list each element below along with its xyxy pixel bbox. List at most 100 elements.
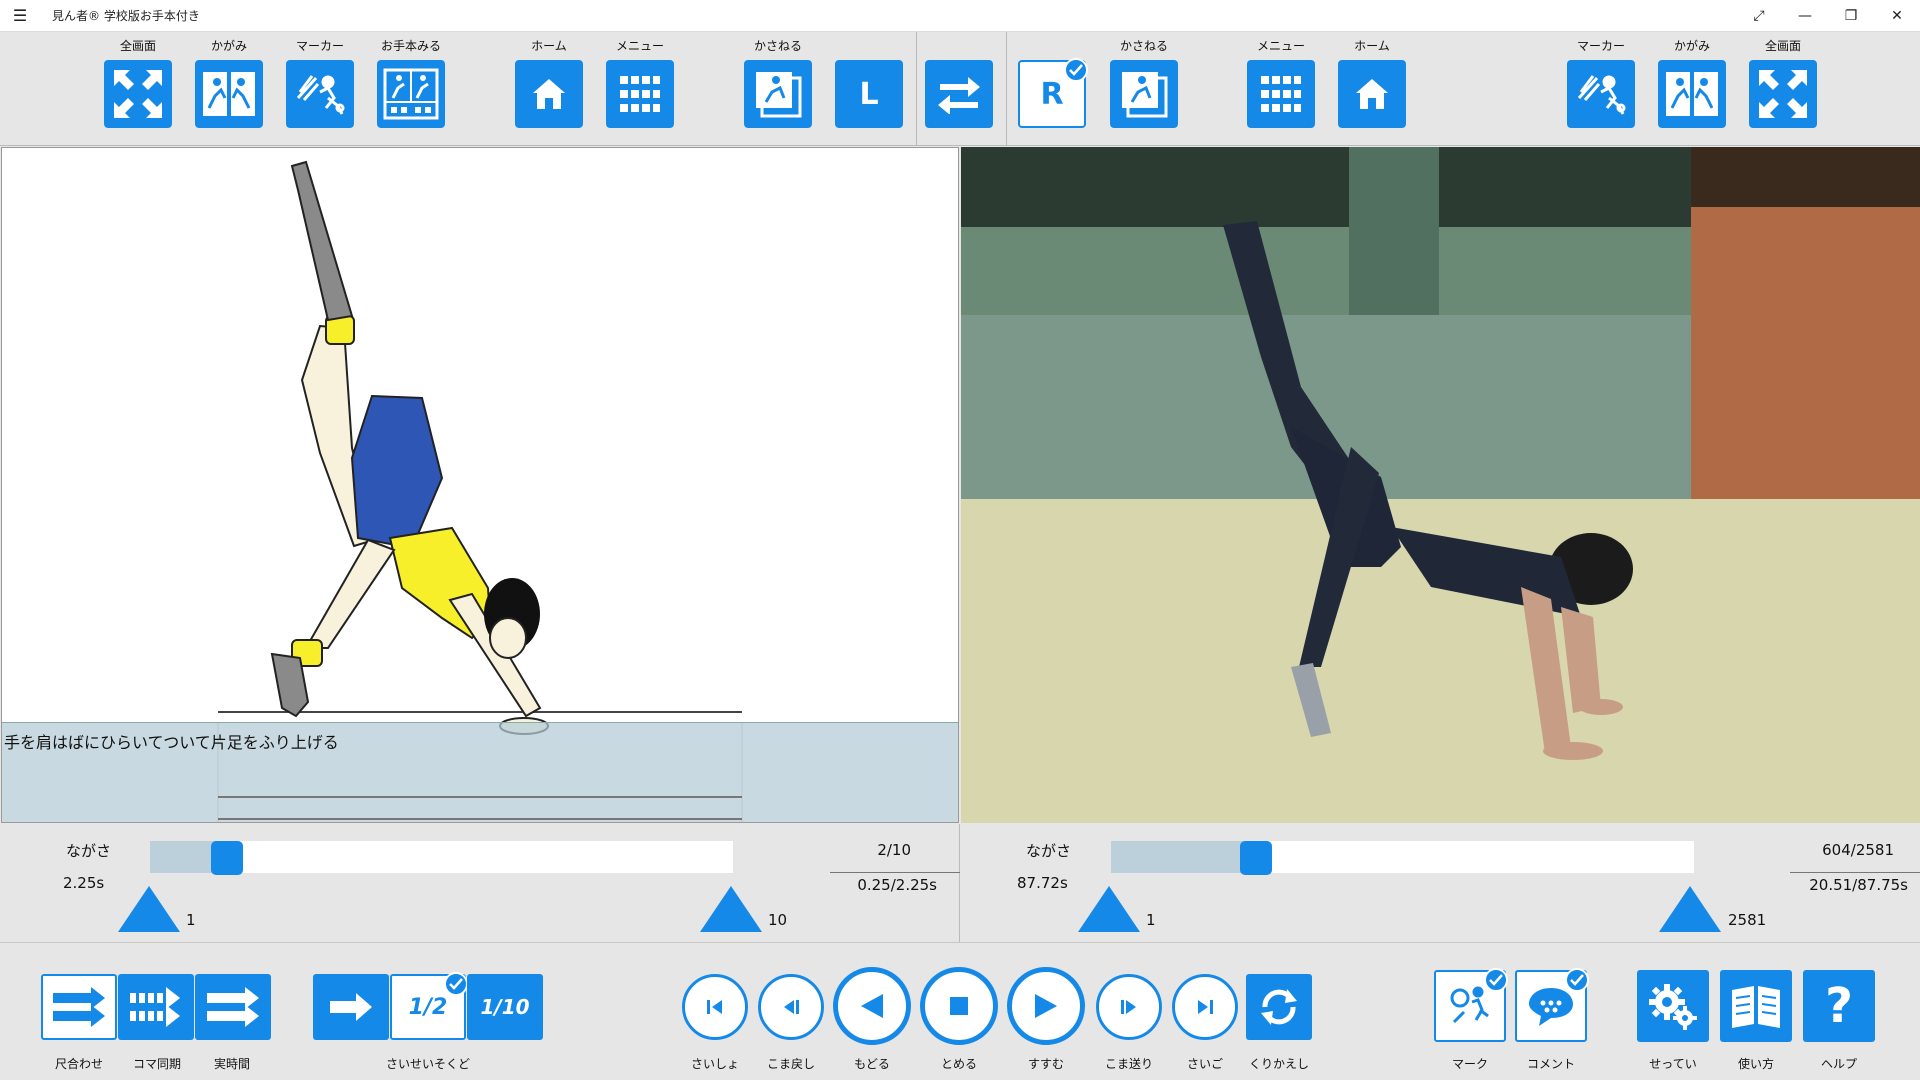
- caption-box: 手を肩はばにひらいてついて片足をふり上げる: [2, 722, 958, 822]
- fullscreen-icon[interactable]: [104, 60, 172, 128]
- gear-icon: [1649, 984, 1697, 1030]
- half-speed-label: 1/2: [408, 994, 448, 1020]
- right-overlay-button[interactable]: かさねる: [1107, 38, 1181, 128]
- right-mirror-button[interactable]: かがみ: [1655, 38, 1729, 128]
- frame-sync-button[interactable]: [118, 974, 194, 1040]
- left-seek-slider[interactable]: [150, 841, 733, 875]
- speed-half-button[interactable]: 1/2: [390, 972, 468, 1040]
- model-view-icon[interactable]: [377, 60, 445, 128]
- real-time-button[interactable]: [195, 974, 271, 1040]
- right-fullscreen-button[interactable]: 全画面: [1746, 38, 1820, 128]
- step-forward-label: こま送り: [1104, 1057, 1153, 1071]
- overlay-icon[interactable]: [744, 60, 812, 128]
- r-side-button[interactable]: R: [1018, 58, 1088, 128]
- settings-button[interactable]: [1637, 970, 1709, 1042]
- left-marker-button[interactable]: マーカー: [283, 38, 357, 128]
- left-start-marker-handle[interactable]: [118, 886, 180, 932]
- check-icon: [444, 972, 468, 996]
- marker-icon[interactable]: [286, 60, 354, 128]
- grid-menu-icon[interactable]: [606, 60, 674, 128]
- right-mirror-label: かがみ: [1673, 39, 1710, 53]
- user-video-panel[interactable]: [961, 147, 1920, 823]
- right-r-button[interactable]: R: [1015, 38, 1089, 128]
- left-timeline: ながさ 2.25s 2/10 0.25/2.25s 1 10: [0, 824, 960, 942]
- stop-button[interactable]: [920, 967, 998, 1045]
- speed-label: さいせいそくど: [385, 1057, 470, 1071]
- reverse-play-button[interactable]: [833, 967, 911, 1045]
- mark-button[interactable]: [1434, 968, 1508, 1042]
- right-fullscreen-label: 全画面: [1764, 39, 1801, 53]
- comment-button[interactable]: [1515, 968, 1589, 1042]
- left-home-button[interactable]: ホーム: [512, 38, 586, 128]
- comment-label: コメント: [1526, 1057, 1575, 1071]
- mirror-icon[interactable]: [1658, 60, 1726, 128]
- right-menu-label: メニュー: [1256, 39, 1305, 53]
- l-side-button[interactable]: L: [835, 60, 903, 128]
- grid-menu-icon[interactable]: [1247, 60, 1315, 128]
- right-start-marker-value: 1: [1146, 911, 1156, 929]
- left-overlay-button[interactable]: かさねる: [741, 38, 815, 128]
- mirror-icon[interactable]: [195, 60, 263, 128]
- left-fullscreen-button[interactable]: 全画面: [101, 38, 175, 128]
- home-icon[interactable]: [515, 60, 583, 128]
- scale-match-label: 尺合わせ: [54, 1057, 103, 1071]
- mark-label: マーク: [1451, 1057, 1488, 1071]
- scale-match-button[interactable]: [41, 974, 117, 1040]
- marker-icon[interactable]: [1567, 60, 1635, 128]
- r-label: R: [1040, 76, 1064, 112]
- right-seek-thumb[interactable]: [1240, 841, 1272, 875]
- expand-icon[interactable]: ⤢: [1736, 0, 1782, 32]
- repeat-label: くりかえし: [1248, 1057, 1309, 1071]
- speed-normal-button[interactable]: [313, 974, 389, 1040]
- step-back-button[interactable]: [758, 974, 824, 1040]
- left-end-marker-handle[interactable]: [700, 886, 762, 932]
- left-seek-thumb[interactable]: [211, 841, 243, 875]
- left-time-counter: 0.25/2.25s: [857, 876, 937, 894]
- fullscreen-icon[interactable]: [1749, 60, 1817, 128]
- home-icon[interactable]: [1338, 60, 1406, 128]
- right-menu-button[interactable]: メニュー: [1244, 38, 1318, 128]
- swap-button[interactable]: [922, 38, 996, 128]
- right-marker-label: マーカー: [1576, 39, 1625, 53]
- sync-mode-group: [40, 974, 272, 1040]
- restore-button[interactable]: ❐: [1828, 0, 1874, 32]
- swap-arrows-icon[interactable]: [925, 60, 993, 128]
- hamburger-menu-icon[interactable]: ☰: [0, 6, 40, 25]
- dotted-arrows-icon: [130, 987, 180, 1027]
- first-frame-button[interactable]: [682, 974, 748, 1040]
- right-overlay-label: かさねる: [1119, 39, 1168, 53]
- top-toolbar: 全画面 かがみ マーカー お手本みる ホーム メニュー かさねる L R かさね…: [0, 32, 1920, 146]
- howto-button[interactable]: [1720, 970, 1792, 1042]
- play-button[interactable]: [1007, 967, 1085, 1045]
- caption-text: 手を肩はばにひらいてついて片足をふり上げる: [4, 733, 339, 752]
- right-marker-button[interactable]: マーカー: [1564, 38, 1638, 128]
- right-seek-slider[interactable]: [1111, 841, 1694, 875]
- minimize-button[interactable]: —: [1782, 0, 1828, 32]
- overlay-icon[interactable]: [1110, 60, 1178, 128]
- right-timeline: ながさ 87.72s 604/2581 20.51/87.75s 1 2581: [961, 824, 1920, 942]
- check-icon: [1565, 968, 1589, 992]
- left-marker-label: マーカー: [295, 39, 344, 53]
- step-forward-button[interactable]: [1096, 974, 1162, 1040]
- model-video-panel[interactable]: 手を肩はばにひらいてついて片足をふり上げる: [1, 147, 959, 823]
- left-l-button[interactable]: L: [832, 38, 906, 128]
- right-home-button[interactable]: ホーム: [1335, 38, 1409, 128]
- repeat-button[interactable]: [1246, 974, 1312, 1040]
- left-menu-label: メニュー: [615, 39, 664, 53]
- frame-sync-label: コマ同期: [132, 1057, 181, 1071]
- left-menu-button[interactable]: メニュー: [603, 38, 677, 128]
- last-frame-button[interactable]: [1172, 974, 1238, 1040]
- right-home-label: ホーム: [1354, 39, 1390, 53]
- right-start-marker-handle[interactable]: [1078, 886, 1140, 932]
- tenth-speed-label: 1/10: [480, 995, 530, 1019]
- play-icon: [1035, 994, 1057, 1018]
- left-mirror-button[interactable]: かがみ: [192, 38, 266, 128]
- help-button[interactable]: ?: [1803, 970, 1875, 1042]
- right-end-marker-handle[interactable]: [1659, 886, 1721, 932]
- close-button[interactable]: ✕: [1874, 0, 1920, 32]
- user-video-frame: [961, 147, 1920, 823]
- model-illustration: [218, 160, 742, 735]
- left-model-button[interactable]: お手本みる: [374, 38, 448, 128]
- left-fullscreen-label: 全画面: [119, 39, 156, 53]
- speed-tenth-button[interactable]: 1/10: [467, 974, 543, 1040]
